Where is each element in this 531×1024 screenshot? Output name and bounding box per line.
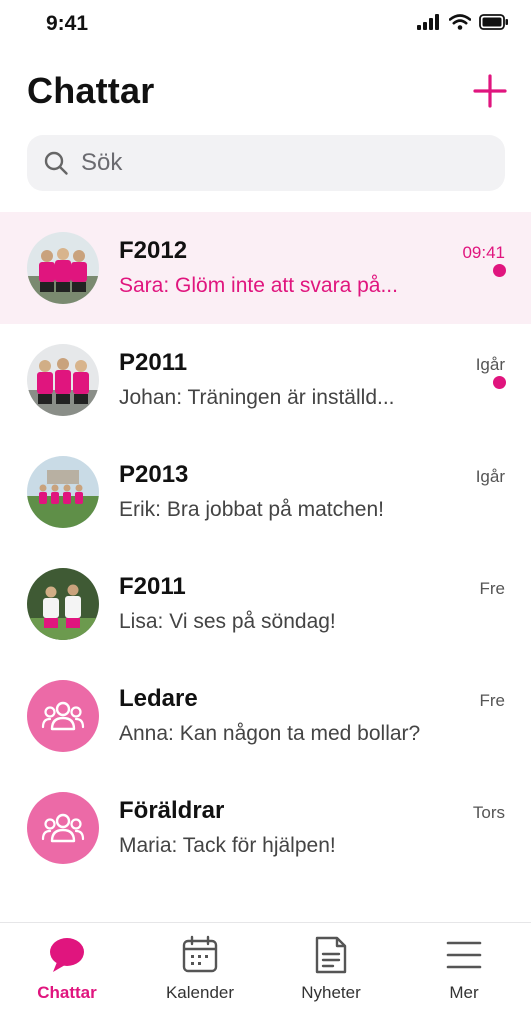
wifi-icon [449,14,471,30]
tab-mer[interactable]: Mer [409,935,519,1003]
chat-preview: Erik: Bra jobbat på matchen! [119,498,384,521]
tab-chattar[interactable]: Chattar [12,935,122,1003]
chat-item-f2012[interactable]: F2012 Sara: Glöm inte att svara på... 09… [0,212,531,324]
chat-time: Tors [472,803,505,822]
team-photo-avatar [27,344,99,416]
tab-nyheter[interactable]: Nyheter [276,935,386,1003]
chat-item-ledare[interactable]: Ledare Anna: Kan någon ta med bollar? Fr… [0,660,531,772]
chat-name: F2011 [119,573,186,600]
chat-list: F2012 Sara: Glöm inte att svara på... 09… [0,212,531,884]
team-photo-avatar [27,232,99,304]
chat-preview: Johan: Träningen är inställd... [119,386,395,409]
menu-icon [446,941,482,969]
team-photo-avatar [27,456,99,528]
header: Chattar [0,60,531,124]
chat-time: Igår [475,467,505,486]
calendar-icon [182,935,218,973]
chat-time: 09:41 [462,243,505,262]
news-icon [315,936,347,974]
chat-item-p2013[interactable]: P2013 Erik: Bra jobbat på matchen! Igår [0,436,531,548]
status-time: 9:41 [46,12,89,35]
chat-time: Fre [479,579,506,598]
search-bar[interactable] [27,135,505,191]
tab-bar: Chattar Kalender Nyheter Mer [0,922,531,1024]
group-avatar [27,792,99,864]
chat-preview: Sara: Glöm inte att svara på... [119,274,398,297]
tab-label: Chattar [37,983,97,1002]
battery-icon [479,14,508,30]
signal-icon [417,14,439,30]
page-title: Chattar [27,70,155,111]
chat-time: Fre [479,691,506,710]
status-bar: 9:41 [0,0,531,48]
tab-label: Nyheter [301,983,361,1002]
group-icon [41,701,85,731]
chat-item-foraldrar[interactable]: Föräldrar Maria: Tack för hjälpen! Tors [0,772,531,884]
chat-name: P2013 [119,461,189,488]
group-icon [41,813,85,843]
chat-bubble-icon [50,938,84,972]
unread-indicator [493,264,506,277]
add-chat-button[interactable] [473,74,507,108]
tab-label: Mer [449,983,479,1002]
tab-label: Kalender [165,983,235,1002]
chat-preview: Anna: Kan någon ta med bollar? [119,722,421,745]
chat-item-p2011[interactable]: P2011 Johan: Träningen är inställd... Ig… [0,324,531,436]
chat-name: Föräldrar [119,797,225,824]
status-icons [417,14,509,30]
search-icon [44,151,68,175]
chat-name: F2012 [119,237,188,264]
chat-time: Igår [475,355,505,374]
unread-indicator [493,376,506,389]
chat-name: Ledare [119,685,198,712]
group-avatar [27,680,99,752]
chat-preview: Maria: Tack för hjälpen! [119,834,336,857]
chat-preview: Lisa: Vi ses på söndag! [119,610,336,633]
tab-kalender[interactable]: Kalender [145,935,255,1003]
team-photo-avatar [27,568,99,640]
chat-name: P2011 [119,349,188,376]
chat-item-f2011[interactable]: F2011 Lisa: Vi ses på söndag! Fre [0,548,531,660]
search-input[interactable] [81,149,461,177]
